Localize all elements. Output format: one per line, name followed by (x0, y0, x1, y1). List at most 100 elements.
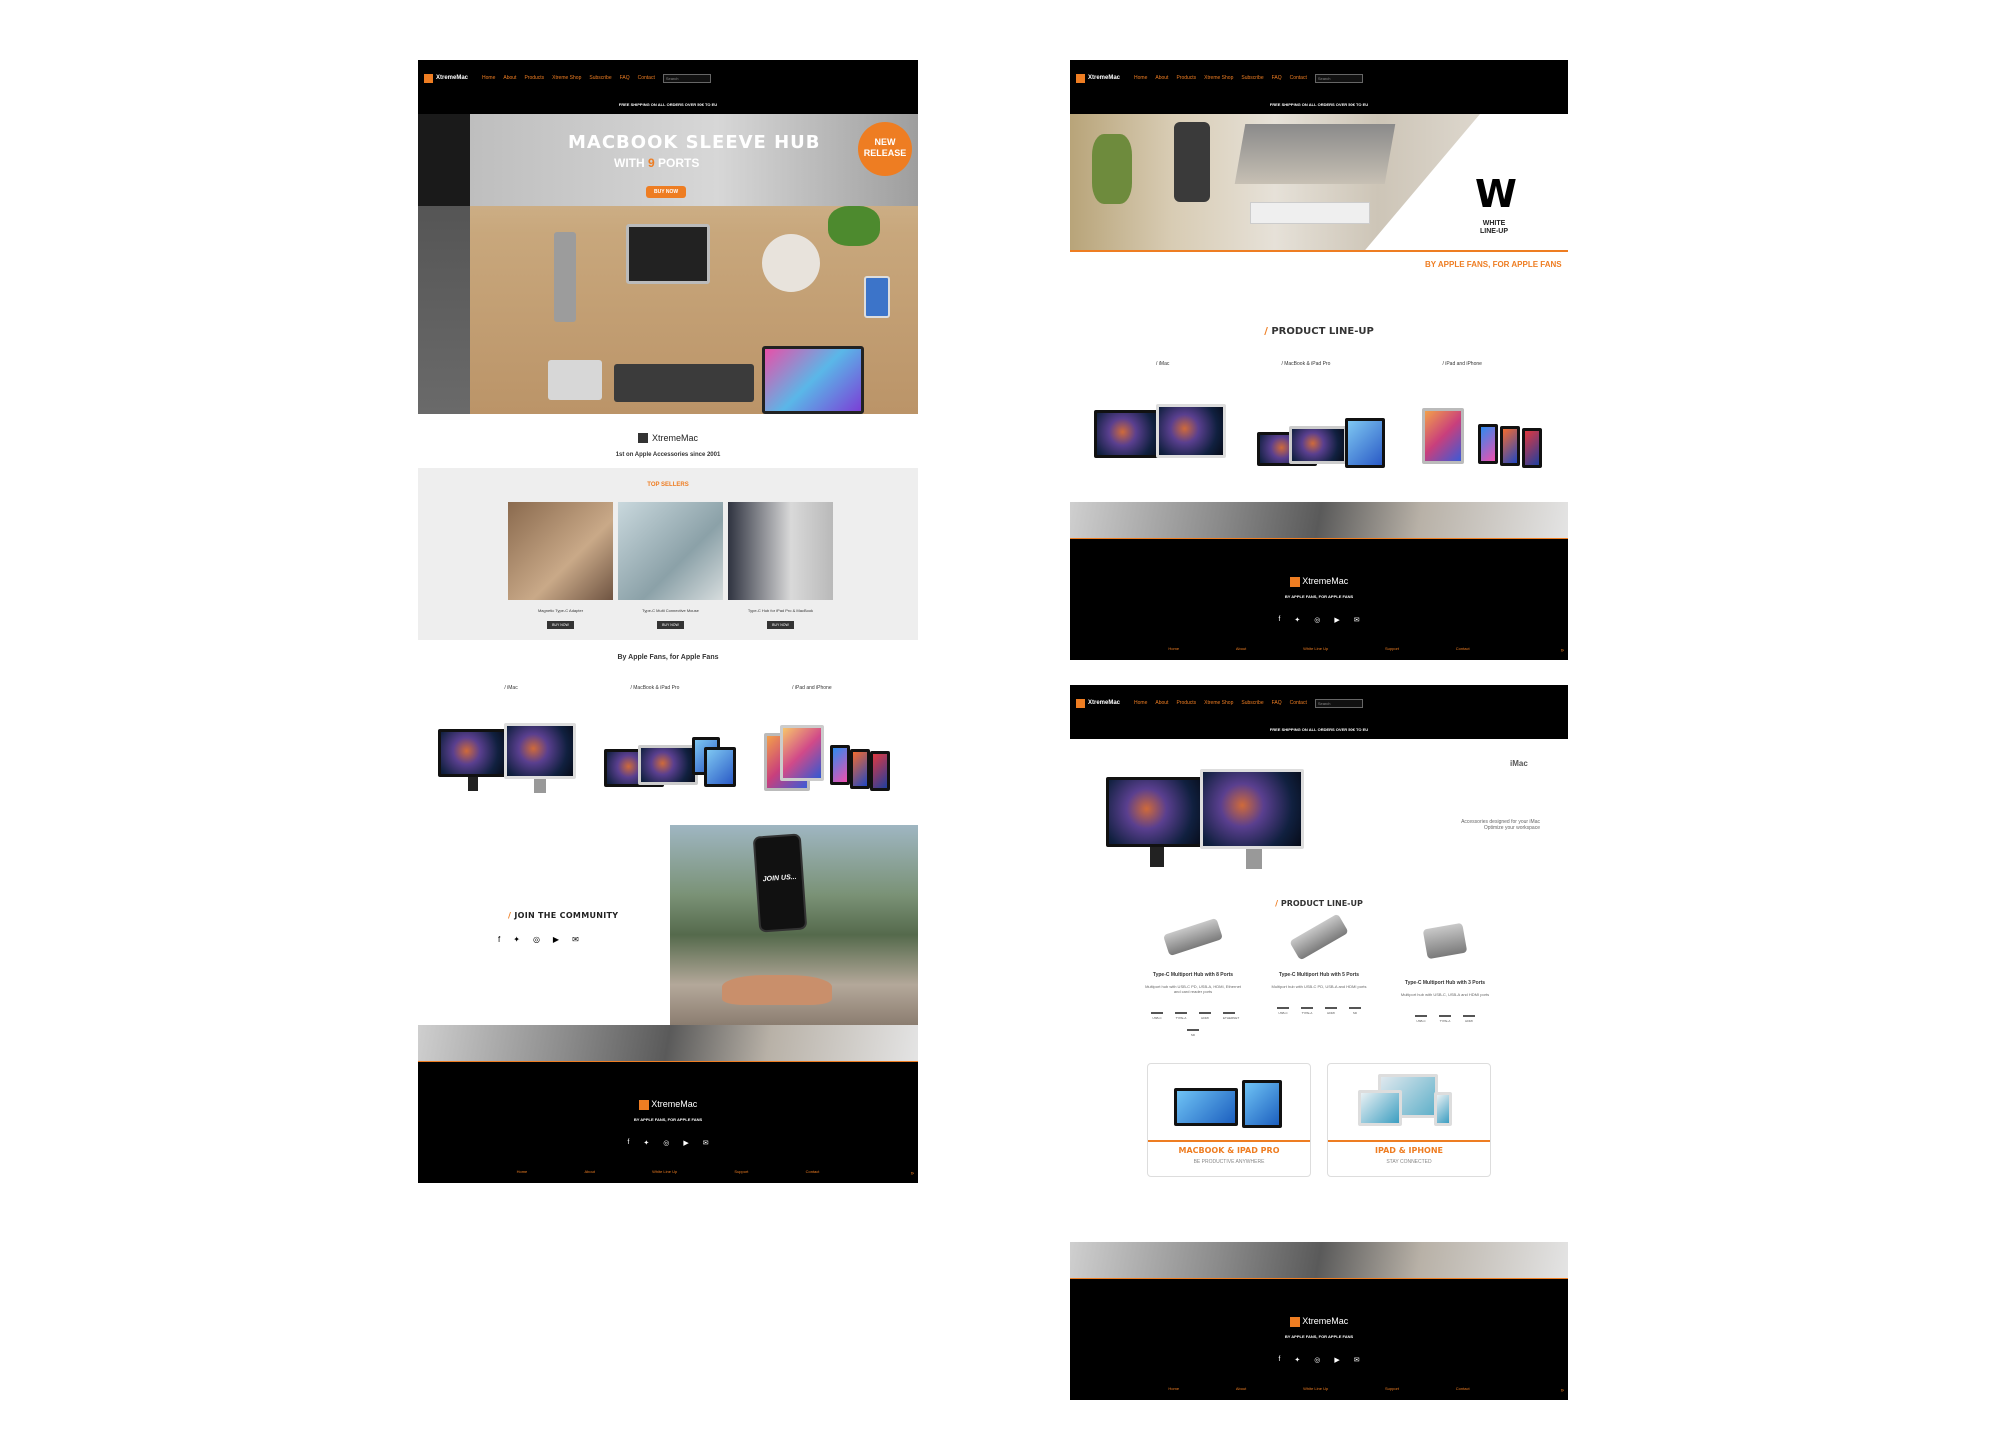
hero-buy-button[interactable]: BUY NOW (646, 186, 687, 198)
ipad-devices-image[interactable] (1408, 402, 1548, 482)
imac-devices-image[interactable] (1090, 402, 1230, 482)
nav-about[interactable]: About (503, 75, 516, 81)
twitter-icon[interactable]: ✦ (1294, 1356, 1300, 1364)
footer: XtremeMac BY APPLE FANS, FOR APPLE FANS … (418, 1025, 918, 1183)
lineup-label-imac[interactable]: / iMac (1156, 361, 1169, 367)
product-card[interactable]: Type-C Multi Connective Mouse BUY NOW (618, 502, 723, 631)
footer-link-contact[interactable]: Contact (806, 1169, 820, 1174)
footer-link-support[interactable]: Support (734, 1169, 748, 1174)
white-lineup-banner: W WHITE LINE-UP BY APPLE FANS, FOR APPLE … (1070, 114, 1568, 294)
hub-name: Type-C Multiport Hub with 8 Ports (1152, 972, 1234, 978)
product-card[interactable]: Magnetic Type-C Adapter BUY NOW (508, 502, 613, 631)
nav-faq[interactable]: FAQ (1272, 700, 1282, 706)
instagram-icon[interactable]: ◎ (663, 1139, 669, 1147)
footer-link-home[interactable]: Home (1168, 1386, 1179, 1391)
nav-subscribe[interactable]: Subscribe (589, 75, 611, 81)
facebook-icon[interactable]: f (627, 1139, 629, 1147)
nav-about[interactable]: About (1155, 700, 1168, 706)
lineup-labels: / iMac / MacBook & iPad Pro / iPad and i… (418, 675, 918, 691)
youtube-icon[interactable]: ▶ (1334, 616, 1339, 624)
youtube-icon[interactable]: ▶ (683, 1139, 688, 1147)
search-input[interactable]: Search (1314, 698, 1363, 708)
nav-contact[interactable]: Contact (638, 75, 655, 81)
nav-home[interactable]: Home (1134, 75, 1147, 81)
nav-home[interactable]: Home (482, 75, 495, 81)
footer-link-home[interactable]: Home (517, 1169, 528, 1174)
buy-now-button[interactable]: BUY NOW (767, 621, 794, 629)
ipad-devices-image[interactable] (758, 723, 898, 803)
nav-shop[interactable]: Xtreme Shop (1204, 75, 1233, 81)
facebook-icon[interactable]: f (1278, 1356, 1280, 1364)
footer-logo[interactable]: XtremeMac (418, 1099, 918, 1110)
search-input[interactable]: Search (662, 73, 711, 83)
mail-icon[interactable]: ✉ (1354, 1356, 1360, 1364)
footer-link-support[interactable]: Support (1385, 1386, 1399, 1391)
footer-logo[interactable]: XtremeMac (1070, 576, 1568, 587)
footer-logo[interactable]: XtremeMac (1070, 1316, 1568, 1327)
nav-faq[interactable]: FAQ (1272, 75, 1282, 81)
twitter-icon[interactable]: ✦ (1294, 616, 1300, 624)
white-lineup-label: WHITE LINE-UP (1480, 220, 1508, 235)
scroll-top-icon[interactable]: » (1561, 1388, 1564, 1394)
macbook-devices-image[interactable] (598, 723, 738, 803)
footer-link-white-line-up[interactable]: White Line Up (1303, 646, 1328, 651)
footer-link-support[interactable]: Support (1385, 646, 1399, 651)
facebook-icon[interactable]: f (498, 935, 500, 944)
category-card-ipad[interactable]: IPAD & IPHONE STAY CONNECTED (1327, 1063, 1491, 1177)
buy-now-button[interactable]: BUY NOW (657, 621, 684, 629)
scroll-top-icon[interactable]: » (911, 1171, 914, 1177)
hub-card[interactable]: Type-C Multiport Hub with 5 Ports Multip… (1269, 913, 1369, 1039)
footer-link-white-line-up[interactable]: White Line Up (652, 1169, 677, 1174)
hub-card[interactable]: Type-C Multiport Hub with 3 Ports Multip… (1395, 922, 1495, 1039)
footer-link-white-line-up[interactable]: White Line Up (1303, 1386, 1328, 1391)
instagram-icon[interactable]: ◎ (1314, 1356, 1320, 1364)
nav-subscribe[interactable]: Subscribe (1241, 75, 1263, 81)
product-card[interactable]: Type-C Hub for iPad Pro & MacBook BUY NO… (728, 502, 833, 631)
lineup-label-ipad[interactable]: / iPad and iPhone (792, 685, 831, 691)
mail-icon[interactable]: ✉ (572, 935, 579, 944)
nav-contact[interactable]: Contact (1290, 700, 1307, 706)
footer-link-contact[interactable]: Contact (1456, 646, 1470, 651)
youtube-icon[interactable]: ▶ (553, 935, 559, 944)
nav-about[interactable]: About (1155, 75, 1168, 81)
nav-logo[interactable]: XtremeMac (424, 73, 468, 83)
nav-products[interactable]: Products (1176, 75, 1196, 81)
lineup-label-macbook[interactable]: / MacBook & iPad Pro (630, 685, 679, 691)
mail-icon[interactable]: ✉ (1354, 616, 1360, 624)
nav-subscribe[interactable]: Subscribe (1241, 700, 1263, 706)
imac-devices-image[interactable] (438, 723, 578, 803)
mail-icon[interactable]: ✉ (703, 1139, 709, 1147)
hub-card[interactable]: Type-C Multiport Hub with 8 Ports Multip… (1143, 917, 1243, 1039)
instagram-icon[interactable]: ◎ (533, 935, 540, 944)
nav-logo[interactable]: XtremeMac (1076, 698, 1120, 708)
footer-link-about[interactable]: About (1236, 646, 1246, 651)
buy-now-button[interactable]: BUY NOW (547, 621, 574, 629)
lineup-label-macbook[interactable]: / MacBook & iPad Pro (1281, 361, 1330, 367)
category-accent-bar (1148, 1140, 1310, 1142)
twitter-icon[interactable]: ✦ (513, 935, 520, 944)
nav-logo[interactable]: XtremeMac (1076, 73, 1120, 83)
instagram-icon[interactable]: ◎ (1314, 616, 1320, 624)
category-card-macbook[interactable]: MACBOOK & IPAD PRO BE PRODUCTIVE ANYWHER… (1147, 1063, 1311, 1177)
nav-products[interactable]: Products (524, 75, 544, 81)
nav-contact[interactable]: Contact (1290, 75, 1307, 81)
port-icon: SD (1187, 1029, 1199, 1039)
scroll-top-icon[interactable]: » (1561, 648, 1564, 654)
search-input[interactable]: Search (1314, 73, 1363, 83)
nav-shop[interactable]: Xtreme Shop (1204, 700, 1233, 706)
twitter-icon[interactable]: ✦ (643, 1139, 649, 1147)
nav-products[interactable]: Products (1176, 700, 1196, 706)
nav-shop[interactable]: Xtreme Shop (552, 75, 581, 81)
footer-link-about[interactable]: About (584, 1169, 594, 1174)
lineup-label-imac[interactable]: / iMac (504, 685, 517, 691)
youtube-icon[interactable]: ▶ (1334, 1356, 1339, 1364)
facebook-icon[interactable]: f (1278, 616, 1280, 624)
footer-link-about[interactable]: About (1236, 1386, 1246, 1391)
macbook-devices-image[interactable] (1249, 402, 1389, 482)
lineup-label-ipad[interactable]: / iPad and iPhone (1442, 361, 1481, 367)
footer-link-home[interactable]: Home (1168, 646, 1179, 651)
nav-home[interactable]: Home (1134, 700, 1147, 706)
footer-link-contact[interactable]: Contact (1456, 1386, 1470, 1391)
nav-faq[interactable]: FAQ (620, 75, 630, 81)
footer-links: Home About White Line Up Support Contact (1070, 646, 1568, 651)
